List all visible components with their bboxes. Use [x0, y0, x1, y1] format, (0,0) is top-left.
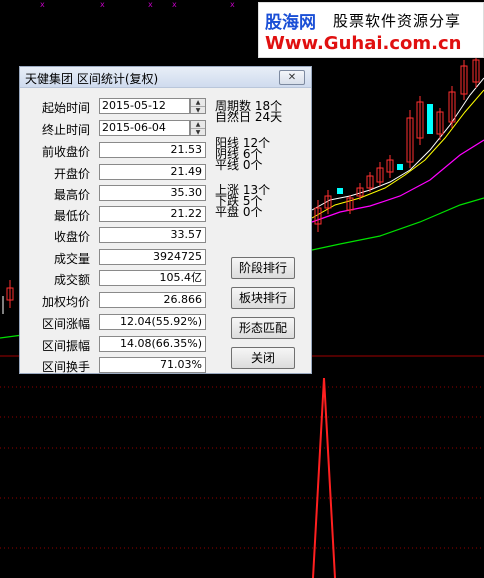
start-date-input[interactable]: 2015-05-12: [99, 98, 190, 114]
svg-text:x: x: [40, 0, 45, 9]
close-button[interactable]: 关闭: [231, 347, 295, 369]
spin-down-icon[interactable]: ▼: [191, 106, 205, 114]
end-date-spinner[interactable]: ▲ ▼: [190, 120, 206, 136]
start-date-spinner[interactable]: ▲ ▼: [190, 98, 206, 114]
spin-up-icon[interactable]: ▲: [191, 99, 205, 106]
dialog-title: 天健集团 区间统计(复权): [25, 72, 159, 86]
dialog-titlebar[interactable]: 天健集团 区间统计(复权) ✕: [20, 67, 311, 88]
prev-close-label: 前收盘价: [41, 145, 90, 159]
range-gain-label: 区间涨幅: [41, 317, 90, 331]
sector-rank-button[interactable]: 板块排行: [231, 287, 295, 309]
turnover-amount-value: 105.4亿: [99, 270, 206, 286]
watermark-logo: 股海网: [265, 13, 316, 33]
watermark-slogan: 股票软件资源分享: [333, 12, 462, 30]
interval-statistics-dialog: 天健集团 区间统计(复权) ✕ 起始时间 2015-05-12 ▲ ▼ 终止时间 …: [19, 66, 312, 374]
close-price-label: 收盘价: [53, 230, 90, 244]
range-turnover-value: 71.03%: [99, 357, 206, 373]
top-markers: xxx xx: [40, 0, 235, 9]
ma-magenta-line: [311, 139, 484, 223]
indicator-grid: [0, 386, 484, 549]
close-icon: ✕: [287, 72, 297, 83]
natural-days-text: 自然日 24天: [215, 110, 283, 124]
watermark-url: Www.Guhai.com.cn: [265, 33, 462, 54]
close-price-value: 33.57: [99, 227, 206, 243]
stage-rank-button[interactable]: 阶段排行: [231, 257, 295, 279]
weighted-avg-value: 26.866: [99, 292, 206, 308]
turnover-amount-label: 成交额: [53, 273, 90, 287]
svg-text:x: x: [100, 0, 105, 9]
svg-text:x: x: [230, 0, 235, 9]
range-turnover-label: 区间换手: [41, 360, 90, 374]
high-price-label: 最高价: [53, 188, 90, 202]
open-price-value: 21.49: [99, 164, 206, 180]
svg-text:x: x: [148, 0, 153, 9]
low-price-label: 最低价: [53, 209, 90, 223]
pattern-match-button[interactable]: 形态匹配: [231, 317, 295, 339]
spin-down-icon[interactable]: ▼: [191, 128, 205, 136]
flat-count-text: 平盘 0个: [215, 205, 263, 219]
range-amplitude-value: 14.08(66.35%): [99, 336, 206, 352]
weighted-avg-label: 加权均价: [41, 295, 90, 309]
high-price-value: 35.30: [99, 185, 206, 201]
range-gain-value: 12.04(55.92%): [99, 314, 206, 330]
close-x-button[interactable]: ✕: [279, 70, 305, 85]
low-price-value: 21.22: [99, 206, 206, 222]
spin-up-icon[interactable]: ▲: [191, 121, 205, 128]
range-amplitude-label: 区间振幅: [41, 339, 90, 353]
prev-close-value: 21.53: [99, 142, 206, 158]
open-price-label: 开盘价: [53, 167, 90, 181]
flat-line-count-text: 平线 0个: [215, 158, 263, 172]
end-date-input[interactable]: 2015-06-04: [99, 120, 190, 136]
volume-label: 成交量: [53, 252, 90, 266]
svg-text:x: x: [172, 0, 177, 9]
end-time-label: 终止时间: [41, 123, 90, 137]
guhai-watermark-banner: 股海网 股票软件资源分享 Www.Guhai.com.cn: [258, 2, 484, 58]
volume-value: 3924725: [99, 249, 206, 265]
start-time-label: 起始时间: [41, 101, 90, 115]
